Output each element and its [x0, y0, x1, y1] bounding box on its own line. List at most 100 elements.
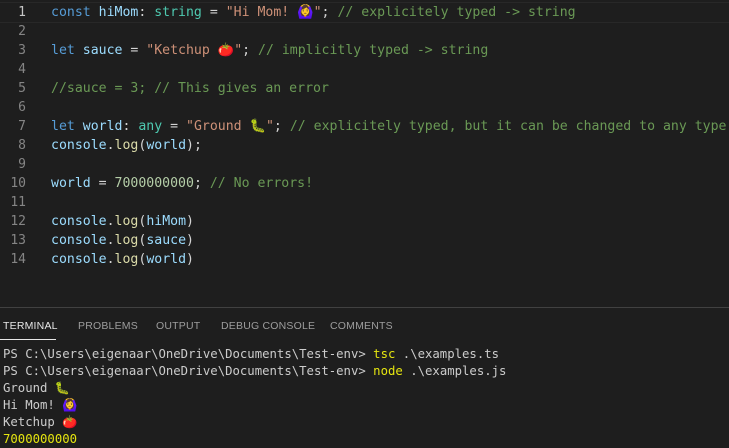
code-token: log [114, 214, 139, 229]
code-token: . [106, 252, 115, 267]
code-token: : [138, 5, 155, 20]
tab-problems[interactable]: PROBLEMS [78, 320, 138, 332]
terminal-output[interactable]: PS C:\Users\eigenaar\OneDrive\Documents\… [0, 346, 729, 447]
tab-output[interactable]: OUTPUT [156, 320, 200, 332]
code-token: let [51, 43, 83, 58]
terminal-command: node [373, 364, 403, 378]
line-number: 13 [10, 233, 26, 248]
code-token: hiMom [146, 214, 187, 229]
code-token: // implicitly typed -> string [258, 43, 489, 58]
code-text: world = 7000000000; // No errors! [51, 174, 313, 193]
tab-debug-console[interactable]: DEBUG CONSOLE [221, 320, 315, 332]
line-number: 5 [18, 81, 26, 96]
code-line[interactable]: 10 world = 7000000000; // No errors! [0, 174, 729, 193]
code-token: . [106, 214, 115, 229]
code-token: 7000000000 [114, 176, 194, 191]
code-token: log [114, 252, 139, 267]
code-line[interactable]: 6 [0, 98, 729, 117]
code-token: world [82, 119, 123, 134]
code-text: console.log(sauce) [51, 231, 194, 250]
code-text: //sauce = 3; // This gives an error [51, 79, 329, 98]
code-line[interactable]: 13 console.log(sauce) [0, 231, 729, 250]
terminal-prompt: PS C:\Users\eigenaar\OneDrive\Documents\… [3, 347, 374, 361]
code-line[interactable]: 14 console.log(world) [0, 250, 729, 269]
code-token: world [146, 252, 187, 267]
code-token: const [51, 5, 99, 20]
terminal-line: PS C:\Users\eigenaar\OneDrive\Documents\… [3, 346, 499, 363]
terminal-line: Ketchup 🍅 [3, 415, 78, 429]
terminal-line: PS C:\Users\eigenaar\OneDrive\Documents\… [3, 363, 506, 380]
code-token: world [146, 138, 187, 153]
code-text: const hiMom: string = "Hi Mom! 🙆‍♀️"; //… [51, 3, 576, 22]
code-token: " [265, 119, 274, 134]
code-line[interactable]: 3 let sauce = "Ketchup 🍅"; // implicitly … [0, 41, 729, 60]
code-line[interactable]: 7 let world: any = "Ground 🐛"; // explici… [0, 117, 729, 136]
code-token: ; [273, 119, 290, 134]
code-token: ) [186, 252, 194, 267]
code-token: // No errors! [209, 176, 314, 191]
line-number: 12 [10, 214, 26, 229]
line-number: 2 [18, 24, 26, 39]
code-token: : [122, 119, 139, 134]
code-line[interactable]: 9 [0, 155, 729, 174]
code-token: . [106, 233, 115, 248]
code-token: // explicitely typed -> string [337, 5, 576, 20]
terminal-args: .\examples.js [402, 364, 507, 378]
line-number: 10 [10, 176, 26, 191]
line-number: 4 [18, 62, 26, 77]
code-token: // explicitely typed, but it can be chan… [289, 119, 729, 134]
code-token: //sauce = 3; // This gives an error [51, 81, 329, 96]
code-token: console [51, 233, 107, 248]
line-number: 14 [10, 252, 26, 267]
terminal-args: .\examples.ts [395, 347, 500, 361]
code-text: console.log(world) [51, 250, 194, 269]
code-text: console.log(world); [51, 136, 202, 155]
code-token: ); [186, 138, 202, 153]
code-token: " [234, 43, 243, 58]
code-token: ; [193, 176, 210, 191]
code-line[interactable]: 4 [0, 60, 729, 79]
code-token: world [51, 176, 91, 191]
code-token: " [313, 5, 322, 20]
code-token: "Hi Mom! [225, 5, 298, 20]
code-line[interactable]: 2 [0, 22, 729, 41]
code-line[interactable]: 1 const hiMom: string = "Hi Mom! 🙆‍♀️"; /… [0, 2, 729, 23]
code-line[interactable]: 8 console.log(world); [0, 136, 729, 155]
line-number: 1 [18, 5, 26, 20]
code-line[interactable]: 11 [0, 193, 729, 212]
line-number: 9 [18, 157, 26, 172]
code-token: 🐛 [249, 119, 266, 134]
code-token: "Ketchup [146, 43, 218, 58]
code-token: ) [186, 214, 194, 229]
code-token: 🍅 [217, 43, 235, 58]
tab-terminal[interactable]: TERMINAL [3, 320, 58, 332]
line-number: 11 [10, 195, 26, 210]
code-line[interactable]: 12 console.log(hiMom) [0, 212, 729, 231]
terminal-prompt: PS C:\Users\eigenaar\OneDrive\Documents\… [3, 364, 374, 378]
code-editor[interactable]: 1 const hiMom: string = "Hi Mom! 🙆‍♀️"; /… [0, 0, 729, 307]
code-token: 🙆‍♀️ [297, 5, 314, 20]
line-number: 7 [18, 119, 26, 134]
code-token: ; [242, 43, 259, 58]
code-line[interactable]: 5 //sauce = 3; // This gives an error [0, 79, 729, 98]
terminal-command: tsc [373, 347, 396, 361]
code-token: console [51, 252, 107, 267]
tab-comments[interactable]: COMMENTS [330, 320, 393, 332]
code-token: = [90, 176, 115, 191]
code-token: sauce [82, 43, 123, 58]
active-tab-indicator [0, 339, 56, 340]
code-token: = [162, 119, 187, 134]
code-token: . [106, 138, 115, 153]
terminal-line: 7000000000 [3, 432, 78, 446]
code-token: console [51, 138, 107, 153]
code-token: console [51, 214, 107, 229]
panel-tabs: TERMINAL PROBLEMS OUTPUT DEBUG CONSOLE C… [0, 308, 729, 342]
code-token: log [114, 138, 139, 153]
code-token: ) [186, 233, 194, 248]
code-token: any [138, 119, 163, 134]
code-token: string [154, 5, 202, 20]
code-token: log [114, 233, 139, 248]
terminal-line: Hi Mom! 🙆‍♀️ [3, 398, 78, 412]
line-number: 6 [18, 100, 26, 115]
line-number: 8 [18, 138, 26, 153]
